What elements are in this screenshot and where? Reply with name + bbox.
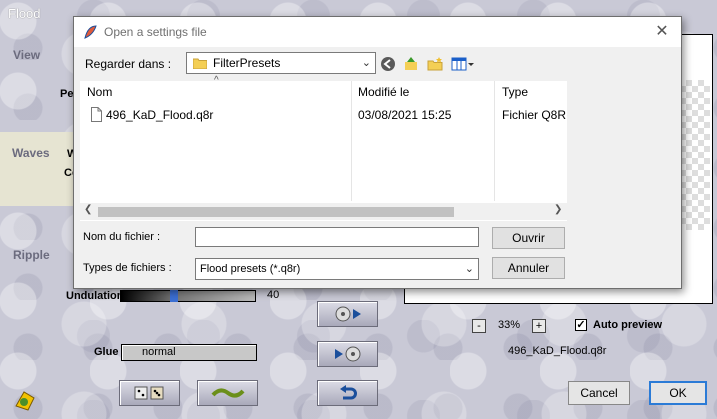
glue-label: Glue: [94, 346, 119, 358]
section-view[interactable]: View: [13, 48, 40, 62]
preset-name: 496_KaD_Flood.q8r: [508, 345, 607, 357]
scrollbar-thumb[interactable]: [98, 207, 454, 217]
file-name: 496_KaD_Flood.q8r: [106, 108, 214, 122]
new-folder-button[interactable]: [426, 55, 444, 73]
horizontal-scrollbar[interactable]: ❮ ❯: [80, 203, 567, 220]
open-button[interactable]: Ouvrir: [492, 227, 565, 249]
column-separator: [494, 81, 495, 201]
auto-preview-checkbox[interactable]: ✓: [575, 319, 587, 331]
file-type: Fichier Q8R: [502, 108, 567, 122]
random-dice-button[interactable]: [119, 380, 180, 406]
sort-indicator-icon: ^: [214, 75, 219, 86]
column-header-type[interactable]: Type: [502, 85, 528, 103]
filetype-label: Types de fichiers :: [83, 262, 172, 274]
app-logo-icon: [12, 386, 38, 415]
app-title: Flood: [8, 6, 41, 21]
dialog-cancel-button[interactable]: Annuler: [492, 257, 565, 279]
zoom-out-button[interactable]: -: [472, 319, 486, 333]
view-grid-icon: [451, 57, 474, 71]
open-file-dialog: Open a settings file ✕ Regarder dans : F…: [73, 16, 682, 289]
play-disc-icon: [334, 346, 360, 362]
ok-button[interactable]: OK: [649, 381, 707, 405]
undo-arrow-icon: [339, 385, 357, 400]
column-header-name[interactable]: Nom: [87, 85, 112, 103]
look-in-value: FilterPresets: [213, 56, 281, 70]
new-folder-icon: [427, 57, 443, 71]
filetype-value: Flood presets (*.q8r): [200, 263, 301, 275]
zoom-value: 33%: [498, 319, 521, 331]
folder-icon: [193, 58, 207, 69]
play-back-button[interactable]: [317, 341, 378, 367]
glue-select[interactable]: normal: [121, 344, 257, 361]
play-forward-button[interactable]: [317, 301, 378, 327]
disc-play-icon: [335, 306, 361, 322]
filename-label: Nom du fichier :: [83, 231, 161, 243]
filename-input[interactable]: [195, 227, 479, 247]
wave-button[interactable]: [197, 380, 258, 406]
section-ripple[interactable]: Ripple: [13, 248, 50, 262]
back-arrow-icon: [381, 57, 395, 71]
back-button[interactable]: [379, 55, 397, 73]
view-menu-button[interactable]: [450, 55, 476, 73]
close-icon[interactable]: ✕: [649, 22, 675, 42]
file-modified: 03/08/2021 15:25: [358, 108, 452, 122]
up-folder-icon: [405, 57, 417, 70]
up-folder-button[interactable]: [402, 55, 420, 73]
file-icon: [91, 107, 102, 122]
section-waves[interactable]: Waves: [12, 146, 50, 160]
filetype-select[interactable]: Flood presets (*.q8r) ⌄: [195, 258, 479, 280]
zoom-in-button[interactable]: +: [532, 319, 546, 333]
chevron-down-icon: ⌄: [361, 57, 371, 69]
reset-button[interactable]: [317, 380, 378, 406]
cancel-button[interactable]: Cancel: [568, 381, 630, 405]
scroll-right-icon[interactable]: ❯: [554, 204, 562, 215]
dice-icon: [134, 386, 163, 400]
undulation-slider-thumb[interactable]: [170, 290, 178, 302]
undulation-label: Undulation: [66, 290, 124, 302]
column-header-modified[interactable]: Modifié le: [358, 85, 409, 103]
chevron-down-icon: ⌄: [464, 263, 474, 275]
column-separator: [351, 81, 352, 201]
look-in-combo[interactable]: FilterPresets ⌄: [186, 52, 376, 74]
dialog-title: Open a settings file: [104, 25, 207, 39]
transparency-checker: [680, 80, 710, 230]
scroll-left-icon[interactable]: ❮: [84, 204, 92, 215]
auto-preview-label: Auto preview: [593, 319, 663, 331]
undulation-slider[interactable]: [120, 290, 256, 302]
wave-icon: [210, 388, 245, 398]
file-row[interactable]: 496_KaD_Flood.q8r 03/08/2021 15:25 Fichi…: [80, 106, 567, 124]
file-list[interactable]: ^ Nom Modifié le Type 496_KaD_Flood.q8r …: [80, 75, 567, 221]
app-feather-icon: [82, 24, 98, 43]
look-in-label: Regarder dans :: [85, 57, 172, 71]
undulation-value: 40: [267, 289, 280, 301]
